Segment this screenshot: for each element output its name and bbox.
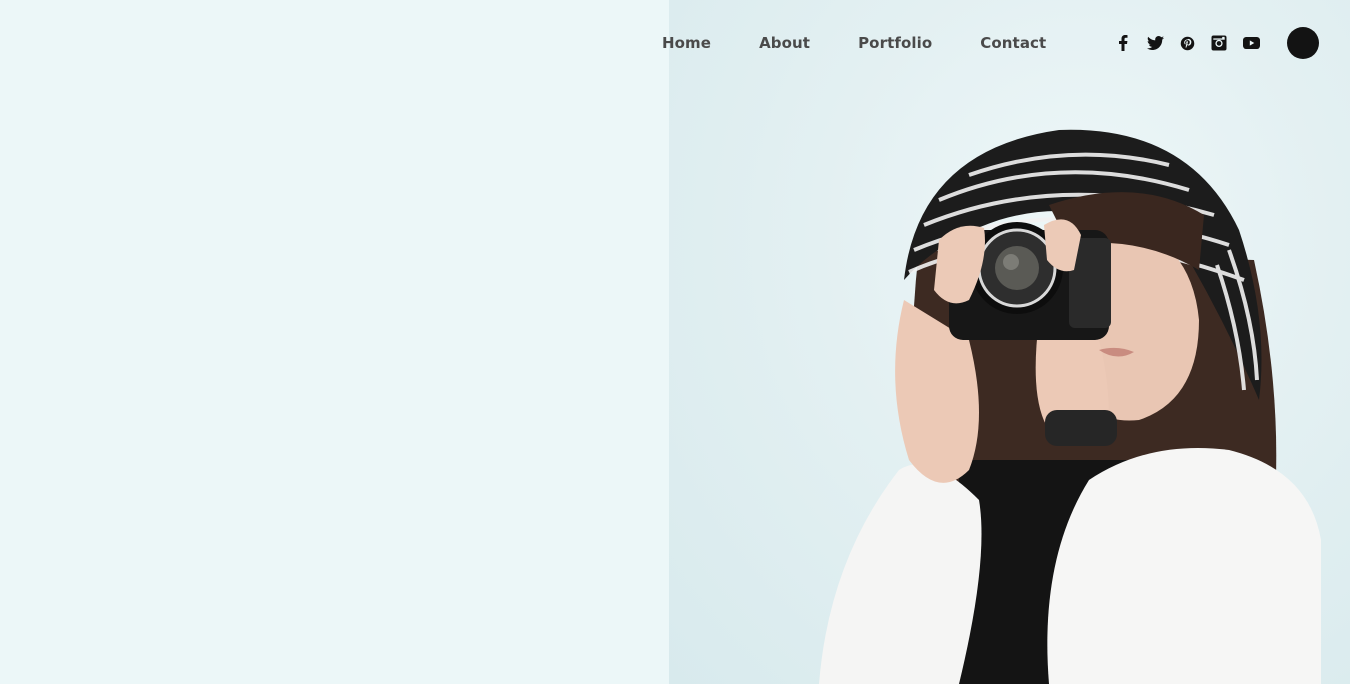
landing-page: Home About Portfolio Contact <box>0 0 1350 684</box>
pinterest-icon[interactable] <box>1175 31 1199 55</box>
nav-link-about[interactable]: About <box>759 34 810 52</box>
nav-link-portfolio[interactable]: Portfolio <box>858 34 932 52</box>
nav-link-contact[interactable]: Contact <box>980 34 1046 52</box>
twitter-icon[interactable] <box>1143 31 1167 55</box>
social-links <box>1111 31 1263 55</box>
facebook-icon[interactable] <box>1111 31 1135 55</box>
menu-toggle-button[interactable] <box>1287 27 1319 59</box>
main-nav: Home About Portfolio Contact <box>662 31 1046 55</box>
instagram-icon[interactable] <box>1207 31 1231 55</box>
photographer-illustration <box>819 129 1321 684</box>
nav-link-home[interactable]: Home <box>662 34 711 52</box>
youtube-icon[interactable] <box>1239 31 1263 55</box>
left-panel <box>0 0 669 684</box>
hero-image <box>669 0 1350 684</box>
